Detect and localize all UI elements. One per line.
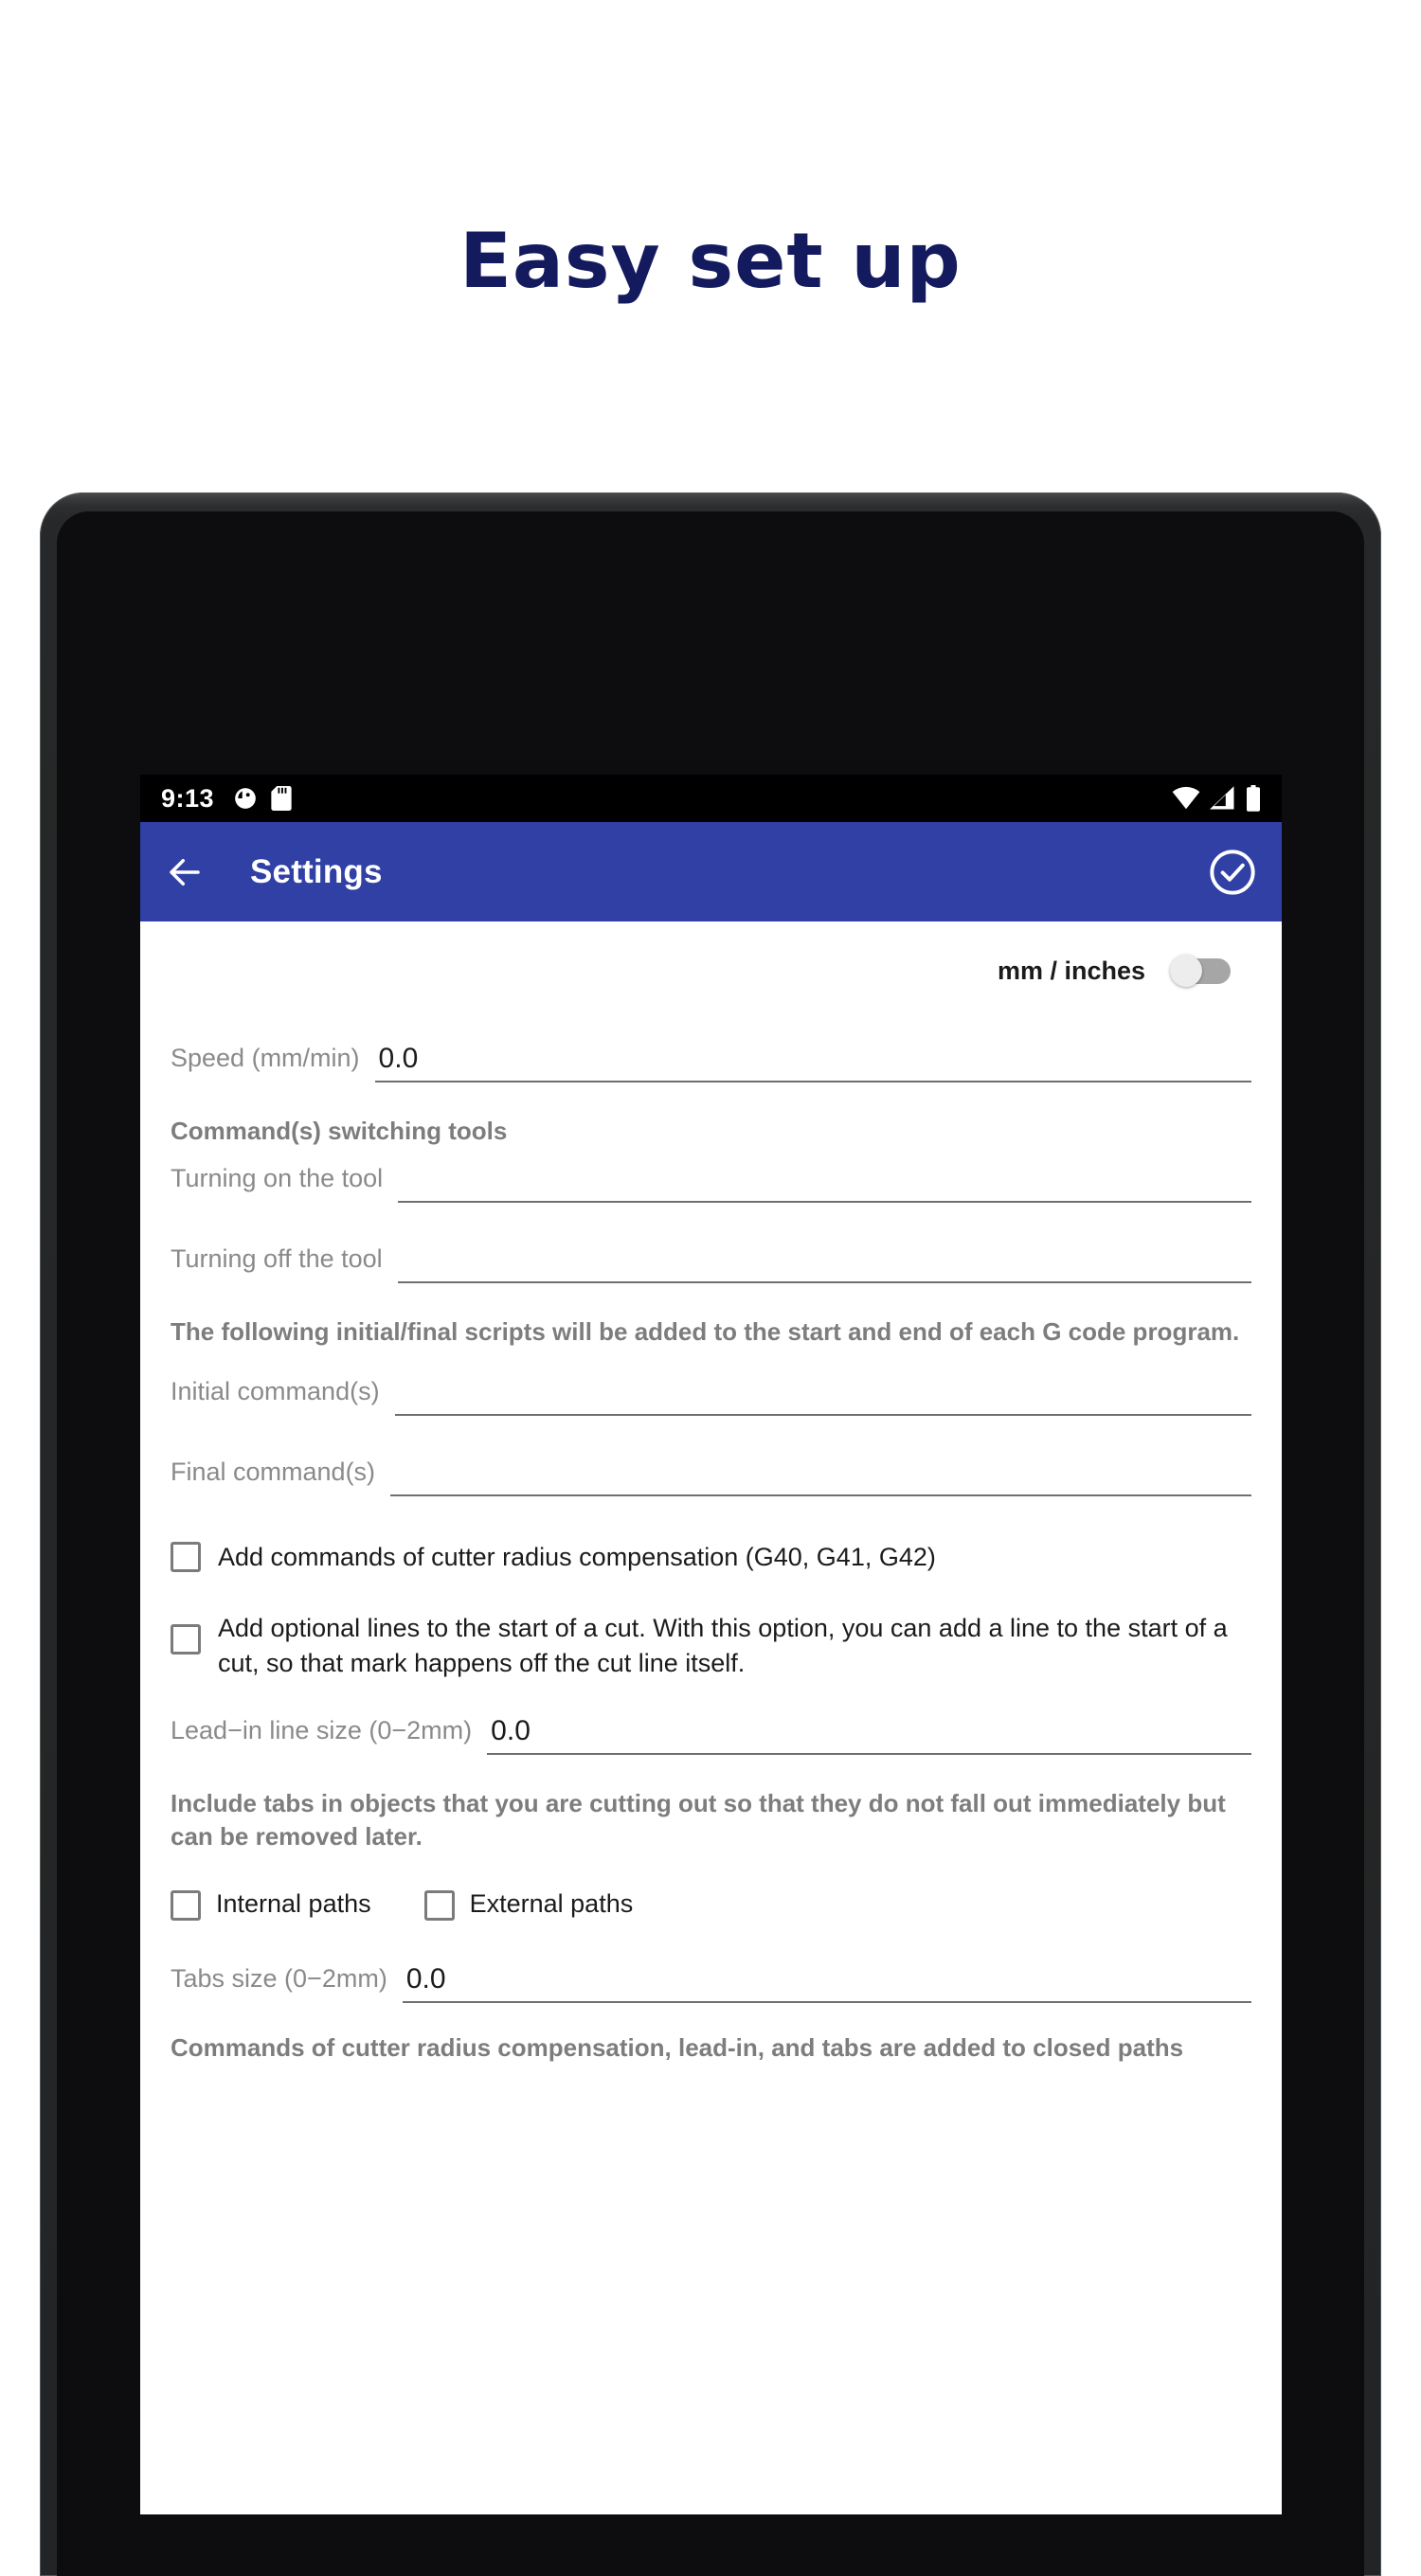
final-commands-label: Final command(s) xyxy=(171,1457,376,1486)
lead-in-label: Lead−in line size (0−2mm) xyxy=(171,1716,473,1745)
tabs-size-label: Tabs size (0−2mm) xyxy=(171,1964,387,1994)
back-arrow-icon xyxy=(170,858,200,886)
closed-paths-note: Commands of cutter radius compensation, … xyxy=(171,2033,1184,2063)
internal-paths-label: Internal paths xyxy=(216,1889,371,1918)
do-not-disturb-icon xyxy=(235,788,256,809)
status-bar-clock: 9:13 xyxy=(161,783,215,813)
app-bar-title: Settings xyxy=(250,852,383,890)
optional-lines-row[interactable]: Add optional lines to the start of a cut… xyxy=(171,1611,1251,1682)
cutter-compensation-label: Add commands of cutter radius compensati… xyxy=(218,1542,936,1571)
tool-on-input[interactable] xyxy=(398,1172,1251,1204)
lead-in-value: 0.0 xyxy=(491,1715,531,1747)
external-paths-label: External paths xyxy=(469,1889,634,1918)
sd-card-icon xyxy=(271,786,292,811)
status-bar-right-icons xyxy=(1172,785,1261,812)
initial-commands-label: Initial command(s) xyxy=(171,1376,380,1405)
cutter-compensation-row[interactable]: Add commands of cutter radius compensati… xyxy=(171,1540,1251,1575)
external-paths-row[interactable]: External paths xyxy=(423,1887,634,1922)
final-commands-input[interactable] xyxy=(390,1466,1251,1496)
optional-lines-checkbox[interactable] xyxy=(171,1623,201,1655)
paths-checkbox-group: Internal paths External paths xyxy=(171,1887,1251,1922)
android-screen: 9:13 Settings mm / inches Speed (mm/min)… xyxy=(140,775,1282,2514)
tabs-size-value: 0.0 xyxy=(405,1963,446,1995)
tool-on-value xyxy=(398,1195,402,1201)
internal-paths-row[interactable]: Internal paths xyxy=(171,1887,371,1922)
final-commands-value xyxy=(390,1489,394,1494)
initial-commands-row: Initial command(s) xyxy=(171,1377,1251,1416)
tool-on-label: Turning on the tool xyxy=(171,1164,384,1193)
internal-paths-checkbox[interactable] xyxy=(171,1889,201,1921)
speed-value: 0.0 xyxy=(378,1043,419,1074)
tool-off-row: Turning off the tool xyxy=(171,1244,1251,1284)
cellular-signal-icon xyxy=(1210,786,1234,810)
tabs-size-input[interactable]: 0.0 xyxy=(402,1958,1251,2004)
speed-label: Speed (mm/min) xyxy=(171,1044,360,1072)
settings-form: mm / inches Speed (mm/min) 0.0 Command(s… xyxy=(140,921,1282,2514)
lead-in-row: Lead−in line size (0−2mm) 0.0 xyxy=(171,1709,1251,1756)
tool-off-input[interactable] xyxy=(397,1253,1251,1284)
check-circle-icon xyxy=(1210,849,1255,895)
status-bar: 9:13 xyxy=(140,775,1282,822)
switching-tools-note: Command(s) switching tools xyxy=(171,1117,508,1145)
speed-input[interactable]: 0.0 xyxy=(374,1037,1251,1082)
lead-in-input[interactable]: 0.0 xyxy=(487,1709,1251,1756)
initial-commands-input[interactable] xyxy=(394,1386,1251,1416)
initial-commands-value xyxy=(395,1408,399,1414)
app-bar: Settings xyxy=(140,822,1282,921)
optional-lines-label: Add optional lines to the start of a cut… xyxy=(218,1613,1228,1678)
speed-row: Speed (mm/min) 0.0 xyxy=(171,1037,1251,1082)
page-title: Easy set up xyxy=(459,217,962,305)
tabs-note: Include tabs in objects that you are cut… xyxy=(171,1789,1226,1851)
final-commands-row: Final command(s) xyxy=(171,1458,1251,1496)
battery-icon xyxy=(1247,785,1260,812)
tabs-size-row: Tabs size (0−2mm) 0.0 xyxy=(171,1958,1251,2004)
external-paths-checkbox[interactable] xyxy=(423,1889,455,1921)
tool-on-row: Turning on the tool xyxy=(171,1164,1251,1204)
back-button[interactable] xyxy=(165,852,205,892)
toggle-thumb xyxy=(1170,955,1202,987)
tool-off-label: Turning off the tool xyxy=(171,1244,383,1274)
status-bar-left-icons xyxy=(233,786,292,811)
units-toggle[interactable] xyxy=(1170,955,1231,987)
confirm-button[interactable] xyxy=(1208,848,1257,897)
units-label: mm / inches xyxy=(997,956,1145,985)
scripts-note: The following initial/final scripts will… xyxy=(171,1317,1240,1347)
wifi-icon xyxy=(1172,786,1200,810)
tool-off-value xyxy=(398,1276,402,1281)
units-row: mm / inches xyxy=(171,921,1251,1020)
cutter-compensation-checkbox[interactable] xyxy=(171,1541,201,1572)
